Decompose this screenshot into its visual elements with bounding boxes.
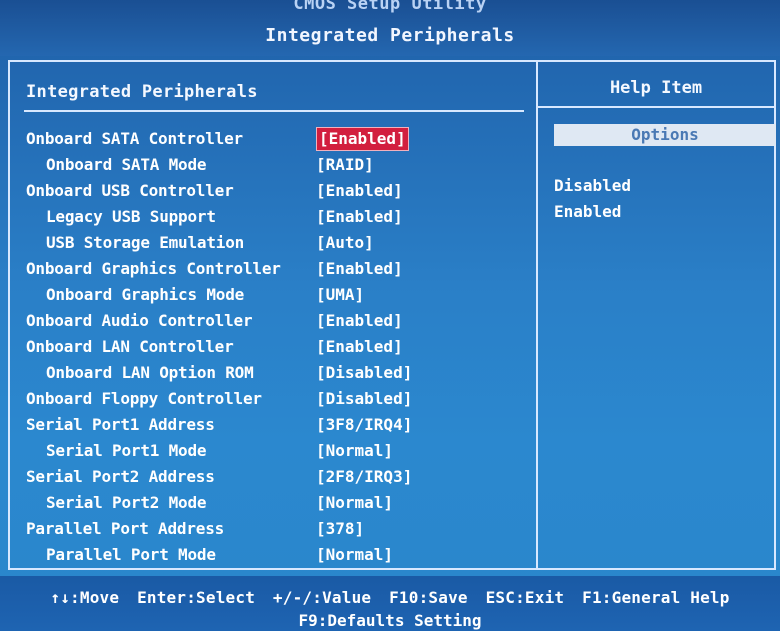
setting-value[interactable]: [Enabled] [316,308,403,334]
setting-row[interactable]: USB Storage Emulation [Auto] [10,230,536,256]
setting-row[interactable]: Serial Port2 Mode [Normal] [10,490,536,516]
key-general-help: F1:General Help [582,588,730,607]
help-pane: Help Item Options Disabled Enabled [538,62,776,568]
setting-row[interactable]: Onboard LAN Controller [Enabled] [10,334,536,360]
setting-label: USB Storage Emulation [46,233,245,252]
page-title: Integrated Peripherals [265,25,515,46]
option-enabled[interactable]: Enabled [554,200,621,224]
setting-value[interactable]: [2F8/IRQ3] [316,464,412,490]
setting-label: Onboard SATA Controller [26,129,243,148]
settings-pane: Integrated Peripherals Onboard SATA Cont… [10,62,536,568]
title-bar: CMOS Setup Utility Integrated Peripheral… [0,0,780,56]
setting-row[interactable]: Onboard LAN Option ROM [Disabled] [10,360,536,386]
setting-value[interactable]: [Normal] [316,542,393,568]
setting-label: Onboard Graphics Mode [46,285,245,304]
setting-value[interactable]: [Normal] [316,490,393,516]
setting-label: Parallel Port Address [26,519,225,538]
setting-value[interactable]: [Enabled] [316,204,403,230]
setting-value[interactable]: [378] [316,516,364,542]
key-defaults: F9:Defaults Setting [298,611,482,630]
key-save: F10:Save [389,588,468,607]
setting-row[interactable]: Legacy USB Support [Enabled] [10,204,536,230]
setting-label: Serial Port2 Mode [46,493,207,512]
setting-label: Serial Port1 Address [26,415,215,434]
setting-label: Onboard Graphics Controller [26,259,281,278]
key-help-line: ↑↓:Move Enter:Select +/-/:Value F10:Save… [0,586,780,610]
setting-label: Onboard LAN Controller [26,337,234,356]
setting-label: Parallel Port Mode [46,545,216,564]
key-select: Enter:Select [137,588,256,607]
setting-label: Onboard SATA Mode [46,155,207,174]
help-title-divider [538,106,774,108]
setting-value[interactable]: [Auto] [316,230,374,256]
setting-row[interactable]: Parallel Port Mode [Normal] [10,542,536,568]
setting-label: Onboard Floppy Controller [26,389,262,408]
options-header: Options [554,124,776,146]
help-pane-title: Help Item [609,78,703,98]
key-move: ↑↓:Move [50,588,120,607]
setting-row[interactable]: Onboard Audio Controller [Enabled] [10,308,536,334]
option-disabled[interactable]: Disabled [554,174,631,198]
setting-row[interactable]: Serial Port1 Mode [Normal] [10,438,536,464]
setting-label: Legacy USB Support [46,207,216,226]
key-help-footer: ↑↓:Move Enter:Select +/-/:Value F10:Save… [0,576,780,631]
setting-value[interactable]: [UMA] [316,282,364,308]
setting-row[interactable]: Onboard Graphics Controller [Enabled] [10,256,536,282]
setting-row[interactable]: Onboard USB Controller [Enabled] [10,178,536,204]
setting-label: Serial Port2 Address [26,467,215,486]
setting-value-selected[interactable]: [Enabled] [316,127,409,151]
setting-row[interactable]: Onboard SATA Mode [RAID] [10,152,536,178]
setting-row[interactable]: Onboard Graphics Mode [UMA] [10,282,536,308]
setting-row[interactable]: Serial Port1 Address [3F8/IRQ4] [10,412,536,438]
setting-row[interactable]: Onboard Floppy Controller [Disabled] [10,386,536,412]
setting-value[interactable]: [RAID] [316,152,374,178]
utility-title: CMOS Setup Utility [293,0,487,14]
setting-value[interactable]: [Enabled] [316,178,403,204]
setting-value[interactable]: [Disabled] [316,360,412,386]
bios-screen: CMOS Setup Utility Integrated Peripheral… [0,0,780,631]
key-exit: ESC:Exit [485,588,565,607]
setting-value[interactable]: [Normal] [316,438,393,464]
settings-title-divider [24,110,524,112]
setting-label: Onboard USB Controller [26,181,234,200]
setting-value[interactable]: [Disabled] [316,386,412,412]
setting-row[interactable]: Parallel Port Address [378] [10,516,536,542]
setting-label: Onboard LAN Option ROM [46,363,254,382]
setting-label: Serial Port1 Mode [46,441,207,460]
setting-value[interactable]: [3F8/IRQ4] [316,412,412,438]
setting-value[interactable]: [Enabled] [316,256,403,282]
settings-pane-title: Integrated Peripherals [26,82,258,102]
setting-label: Onboard Audio Controller [26,311,253,330]
setting-row[interactable]: Onboard SATA Controller [Enabled] [10,126,536,152]
setting-row[interactable]: Serial Port2 Address [2F8/IRQ3] [10,464,536,490]
key-value: +/-/:Value [272,588,372,607]
setting-value[interactable]: [Enabled] [316,334,403,360]
